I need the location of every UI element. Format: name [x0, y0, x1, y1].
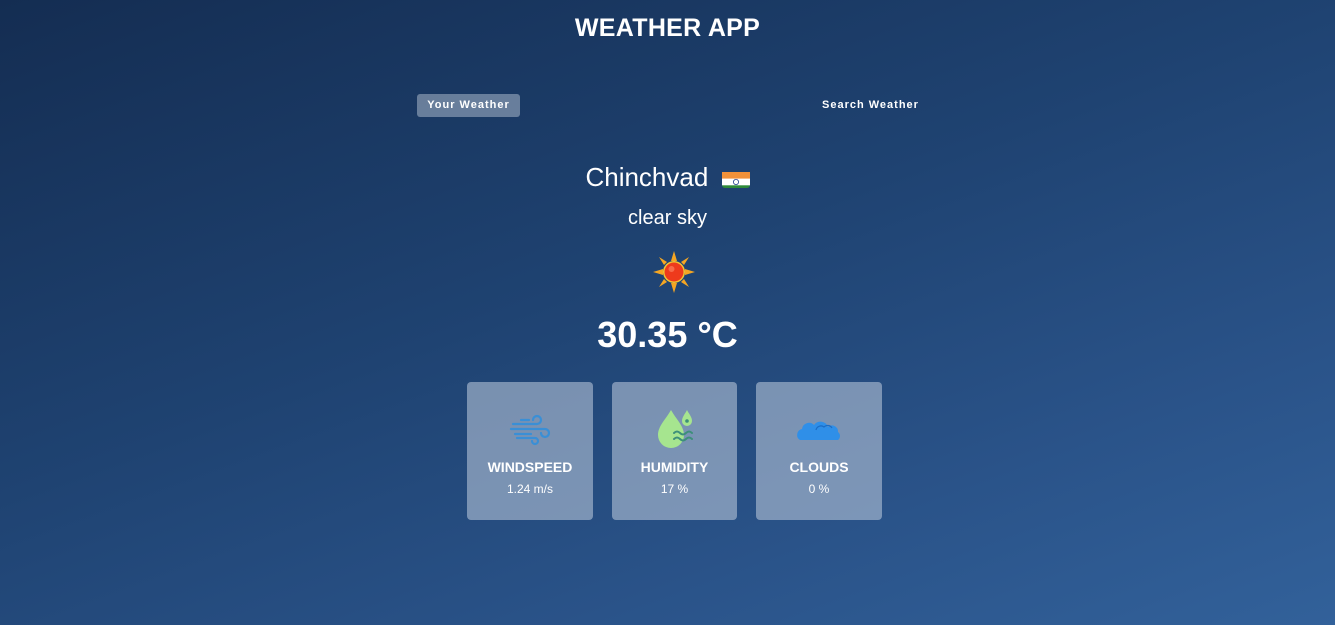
sun-icon: [652, 250, 696, 294]
clouds-value: 0 %: [808, 482, 830, 496]
city-name: Chinchvad: [585, 162, 709, 192]
humidity-value: 17 %: [660, 482, 689, 496]
tab-your-weather[interactable]: Your Weather: [417, 94, 520, 117]
app-title: WEATHER APP: [574, 14, 761, 42]
clouds-card: CLOUDS 0 %: [756, 382, 882, 520]
clouds-label: CLOUDS: [789, 459, 849, 475]
humidity-card: HUMIDITY 17 %: [612, 382, 737, 520]
humidity-label: HUMIDITY: [640, 459, 709, 475]
tab-search-weather[interactable]: Search Weather: [814, 94, 927, 117]
cloud-icon: [756, 406, 882, 452]
humidity-icon: [612, 406, 737, 452]
wind-icon: [467, 406, 593, 452]
windspeed-label: WINDSPEED: [487, 459, 573, 475]
windspeed-value: 1.24 m/s: [506, 482, 554, 496]
temperature-value: 30.35 °C: [597, 314, 738, 355]
weather-description: clear sky: [628, 207, 707, 229]
windspeed-card: WINDSPEED 1.24 m/s: [467, 382, 593, 520]
india-flag-icon: [721, 168, 750, 188]
location-heading: Chinchvad: [0, 162, 1335, 193]
